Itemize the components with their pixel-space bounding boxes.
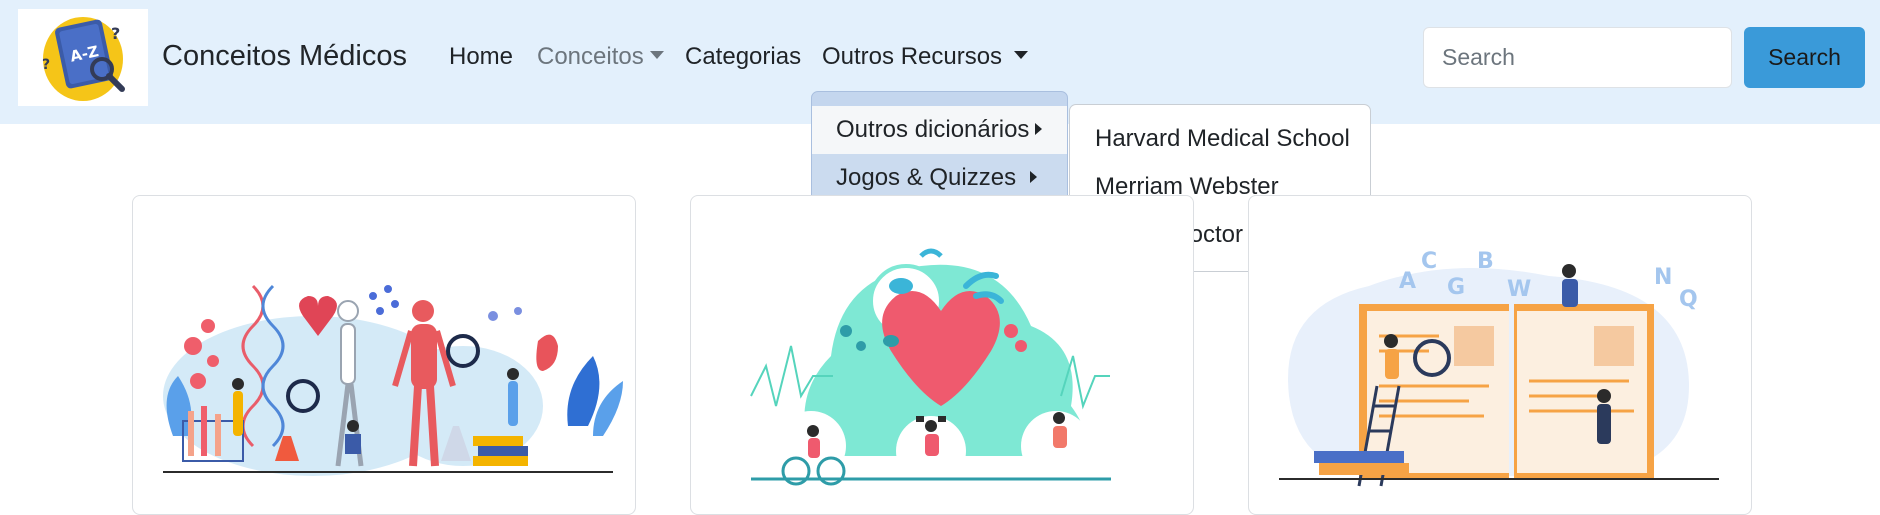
card-dictionary[interactable]: A C G B W N Q [1248,195,1752,515]
card-heart[interactable] [690,195,1194,515]
search-button[interactable]: Search [1744,27,1865,88]
nav-categorias[interactable]: Categorias [685,43,801,71]
chevron-down-icon [1014,50,1029,59]
dropdown-item-label: Outros dicionários [836,116,1030,143]
card-anatomy[interactable] [132,195,636,515]
nav-outros-recursos[interactable]: Outros Recursos [822,43,1029,71]
anatomy-illustration [163,284,623,476]
dropdown-item-outros-dicionarios[interactable]: Outros dicionários [812,106,1067,154]
logo[interactable]: A-Z ? ? [18,9,148,106]
letter-n: N [1654,265,1672,290]
chevron-right-icon [1035,122,1043,135]
svg-text:?: ? [111,24,120,43]
nav-home-label: Home [449,43,514,70]
submenu-item-harvard[interactable]: Harvard Medical School [1095,125,1350,153]
nav-categorias-label: Categorias [685,43,802,70]
book-logo-icon: A-Z ? ? [42,17,125,101]
letter-w: W [1507,277,1531,302]
nav-outros-recursos-label: Outros Recursos [822,43,1003,70]
nav-conceitos[interactable]: Conceitos [537,43,664,71]
search-input[interactable] [1423,27,1732,88]
letter-a: A [1399,269,1416,294]
svg-text:?: ? [42,57,50,73]
nav-conceitos-label: Conceitos [537,43,644,70]
letter-g: G [1447,275,1465,300]
nav-home[interactable]: Home [449,43,513,71]
letter-b: B [1477,249,1494,274]
dropdown-item-label: Jogos & Quizzes [836,164,1017,191]
book-illustration: A C G B W N Q [1279,249,1719,487]
chevron-down-icon [649,50,664,59]
brand-title[interactable]: Conceitos Médicos [162,40,407,73]
letter-q: Q [1679,287,1698,312]
heart-illustration [750,248,1111,486]
letter-c: C [1421,249,1437,274]
chevron-right-icon [1030,170,1038,183]
outros-recursos-dropdown: Outros dicionários Jogos & Quizzes [811,91,1068,212]
